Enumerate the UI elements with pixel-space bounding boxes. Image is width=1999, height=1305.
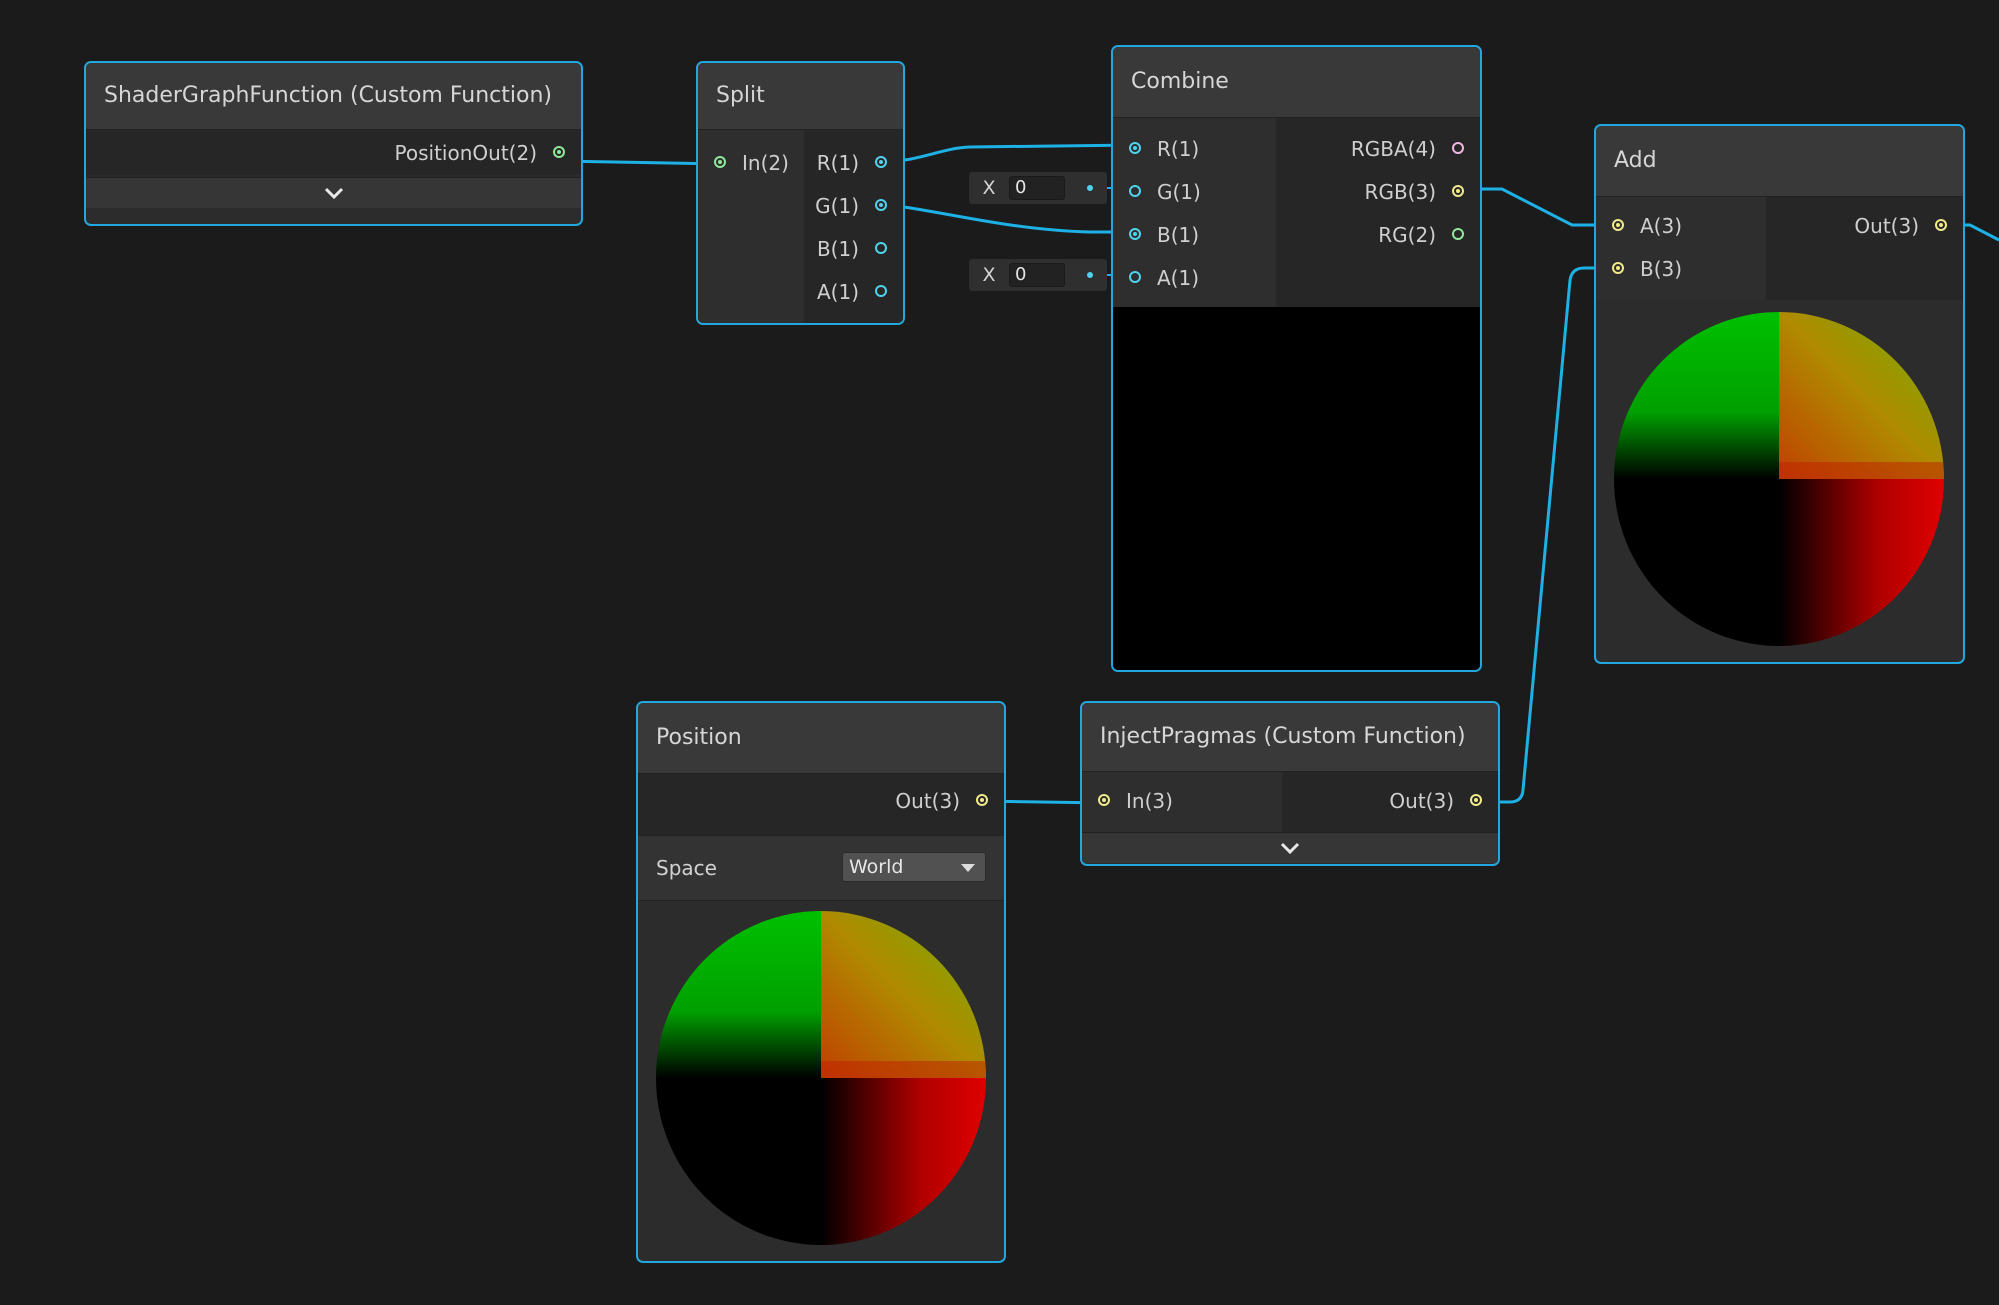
preview-sphere [656,911,986,1245]
chevron-down-icon [1280,842,1300,855]
node-split[interactable]: Split In(2) R(1) G(1) B(1) A(1) [696,61,905,325]
port-label: RGBA(4) [1350,137,1436,161]
space-property: Space World [638,835,1004,901]
port-circle-icon[interactable] [553,146,565,158]
port-label: G(1) [815,194,859,218]
port-b[interactable]: B(1) [804,228,903,271]
port-label: R(1) [1157,137,1200,161]
default-value-g[interactable]: X 0 [969,172,1107,204]
expand-button[interactable] [1082,832,1498,863]
wire-split-r-to-combine-r [878,143,1138,164]
port-label: RG(2) [1378,223,1436,247]
port-circle-icon[interactable] [1129,228,1141,240]
port-circle-icon[interactable] [875,199,887,211]
node-combine[interactable]: Combine R(1) G(1) B(1) A(1) RGBA(4) RGB(… [1111,45,1482,672]
space-label: Space [656,856,717,880]
node-title: Add [1596,126,1963,197]
port-circle-icon[interactable] [1935,219,1947,231]
node-title: Split [698,63,903,130]
port-rgb[interactable]: RGB(3) [1276,171,1480,214]
port-label: Out(3) [895,789,960,813]
node-preview [1113,307,1480,670]
port-label: Out(3) [1854,214,1919,238]
node-title: InjectPragmas (Custom Function) [1082,703,1498,772]
connector-dot-icon [1087,185,1093,191]
port-label: B(1) [816,237,859,261]
port-label: A(1) [816,280,859,304]
port-circle-icon[interactable] [1452,142,1464,154]
port-in[interactable]: In(2) [698,142,804,185]
port-label: A(1) [1157,266,1200,290]
port-label: PositionOut(2) [394,141,537,165]
port-out[interactable]: Out(3) [1282,780,1498,823]
port-label: In(2) [742,151,789,175]
node-title: Combine [1113,47,1480,118]
port-out[interactable]: Out(3) [638,780,1004,823]
port-label: Out(3) [1389,789,1454,813]
wire-split-g-to-combine-b [878,203,1137,234]
port-circle-icon[interactable] [875,285,887,297]
dropdown-arrow-icon [961,864,975,872]
node-position[interactable]: Position Out(3) Space World [636,701,1006,1263]
space-value: World [849,856,904,878]
port-label: B(1) [1157,223,1200,247]
port-label: In(3) [1126,789,1173,813]
expand-button[interactable] [86,177,581,208]
port-in[interactable]: In(3) [1082,780,1282,823]
port-label: A(3) [1640,214,1683,238]
port-label: RGB(3) [1364,180,1436,204]
port-circle-icon[interactable] [1098,794,1110,806]
node-title: ShaderGraphFunction (Custom Function) [86,63,581,130]
port-circle-icon[interactable] [1129,185,1141,197]
node-shadergraphfunction[interactable]: ShaderGraphFunction (Custom Function) Po… [84,61,583,226]
chevron-down-icon [324,187,343,200]
node-injectpragmas[interactable]: InjectPragmas (Custom Function) In(3) Ou… [1080,701,1500,866]
port-b[interactable]: B(3) [1596,248,1766,291]
space-dropdown[interactable]: World [842,852,986,882]
port-out[interactable]: Out(3) [1766,205,1963,248]
port-circle-icon[interactable] [1129,142,1141,154]
node-add[interactable]: Add A(3) B(3) Out(3) [1594,124,1965,664]
port-a[interactable]: A(1) [804,271,903,314]
port-rg[interactable]: RG(2) [1276,214,1480,257]
port-circle-icon[interactable] [1612,219,1624,231]
port-label: B(3) [1640,257,1683,281]
port-label: G(1) [1157,180,1201,204]
default-a-input[interactable]: 0 [1009,263,1065,287]
default-g-input[interactable]: 0 [1009,176,1065,200]
connector-dot-icon [1087,272,1093,278]
port-g[interactable]: G(1) [1113,171,1276,214]
port-circle-icon[interactable] [1470,794,1482,806]
preview-sphere [1614,312,1944,646]
port-circle-icon[interactable] [714,156,726,168]
port-circle-icon[interactable] [875,156,887,168]
port-a[interactable]: A(1) [1113,257,1276,300]
port-a[interactable]: A(3) [1596,205,1766,248]
port-circle-icon[interactable] [976,794,988,806]
field-label: X [982,264,996,286]
default-value-a[interactable]: X 0 [969,259,1107,291]
port-circle-icon[interactable] [1612,262,1624,274]
port-g[interactable]: G(1) [804,185,903,228]
port-label: R(1) [816,151,859,175]
port-b[interactable]: B(1) [1113,214,1276,257]
port-circle-icon[interactable] [1129,271,1141,283]
port-circle-icon[interactable] [1452,185,1464,197]
field-label: X [982,177,996,199]
port-r[interactable]: R(1) [804,142,903,185]
port-circle-icon[interactable] [875,242,887,254]
port-circle-icon[interactable] [1452,228,1464,240]
node-title: Position [638,703,1004,774]
port-positionout[interactable]: PositionOut(2) [86,132,581,175]
port-rgba[interactable]: RGBA(4) [1276,128,1480,171]
port-r[interactable]: R(1) [1113,128,1276,171]
